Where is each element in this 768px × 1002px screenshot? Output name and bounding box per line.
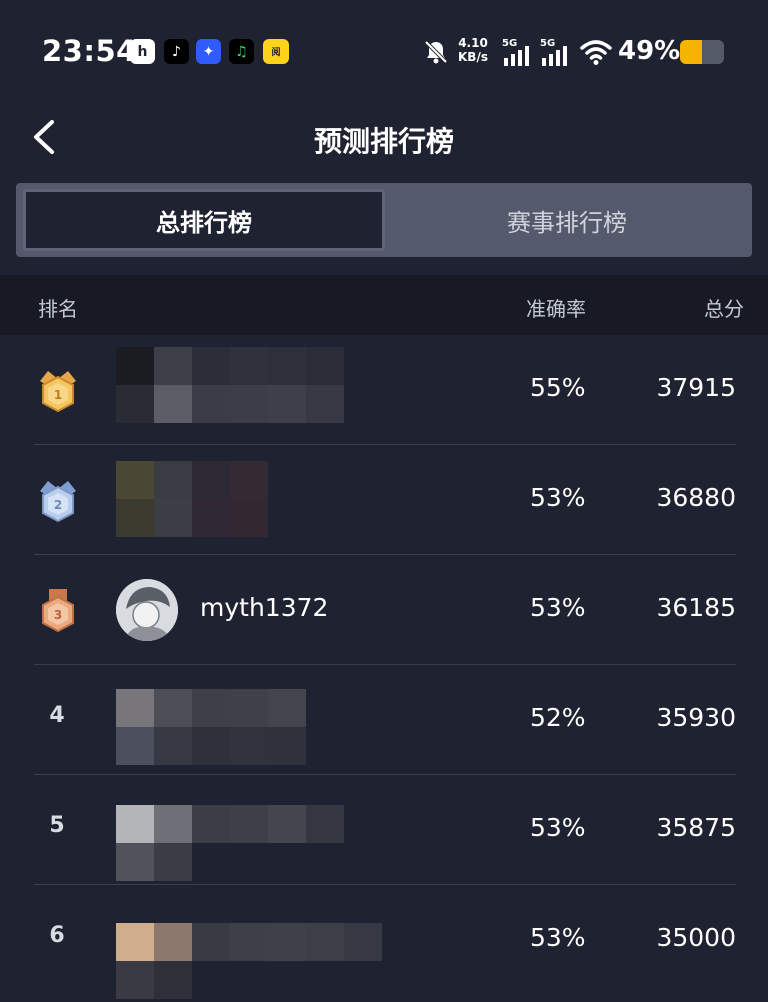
accuracy-value: 53%: [530, 593, 586, 622]
rank-number: 4: [49, 703, 65, 728]
score-value: 37915: [656, 373, 736, 402]
svg-text:2: 2: [54, 498, 62, 512]
avatar[interactable]: [116, 579, 178, 641]
table-row[interactable]: 6 53% 35000: [0, 885, 768, 999]
net-speed: 4.10 KB/s: [458, 36, 488, 64]
svg-text:3: 3: [54, 608, 62, 622]
battery-percent: 49%: [618, 36, 681, 66]
table-row[interactable]: 1 1 55% 37915: [0, 335, 768, 445]
column-header-accuracy: 准确率: [526, 297, 586, 321]
status-bar: 23:54 h ♪ ✦ ♫ 阅 4.10 KB/s 5G 5G 49%: [0, 0, 768, 100]
tab-match-ranking[interactable]: 赛事排行榜: [388, 189, 746, 251]
tab-bar: 总排行榜 赛事排行榜: [16, 183, 752, 257]
accuracy-value: 53%: [530, 483, 586, 512]
rank-number: 6: [49, 923, 65, 948]
page-title: 预测排行榜: [313, 125, 454, 158]
signal-icon: 5G: [540, 38, 574, 66]
bell-off-icon: [424, 40, 448, 64]
battery-level: [680, 40, 702, 64]
music-icon: ♫: [229, 39, 254, 64]
score-value: 36185: [656, 593, 736, 622]
accuracy-value: 53%: [530, 813, 586, 842]
silver-medal-icon: 2: [40, 481, 76, 523]
score-value: 36880: [656, 483, 736, 512]
signal-icon: 5G: [502, 38, 536, 66]
column-header-rank: 排名: [38, 297, 78, 321]
wifi-icon: [580, 40, 612, 65]
gold-medal-icon: 1: [40, 371, 76, 413]
net-speed-unit: KB/s: [458, 50, 488, 64]
score-value: 35000: [656, 923, 736, 952]
avatar-image: [116, 579, 178, 641]
tiktok-icon: ♪: [164, 39, 189, 64]
score-value: 35930: [656, 703, 736, 732]
accuracy-value: 53%: [530, 923, 586, 952]
bronze-medal-icon: 3: [42, 589, 74, 633]
app-icon-1: h: [130, 39, 155, 64]
accuracy-value: 55%: [530, 373, 586, 402]
username[interactable]: myth1372: [200, 593, 328, 622]
table-row[interactable]: 4 52% 35930: [0, 665, 768, 775]
net-speed-value: 4.10: [458, 36, 488, 50]
table-header: 排名 准确率 总分: [0, 275, 768, 335]
table-row[interactable]: 5 53% 35875: [0, 775, 768, 885]
app-icon-3: ✦: [196, 39, 221, 64]
svg-text:1: 1: [54, 388, 62, 402]
status-time: 23:54: [42, 34, 137, 68]
tab-overall-ranking[interactable]: 总排行榜: [23, 189, 385, 251]
accuracy-value: 52%: [530, 703, 586, 732]
table-row[interactable]: 3 3 myth1372 53% 36185: [0, 555, 768, 665]
column-header-score: 总分: [704, 297, 744, 321]
app-icon-5: 阅: [263, 39, 289, 64]
rank-number: 5: [49, 813, 65, 838]
table-row[interactable]: 2 2 53% 36880: [0, 445, 768, 555]
score-value: 35875: [656, 813, 736, 842]
battery-icon: [680, 40, 724, 64]
